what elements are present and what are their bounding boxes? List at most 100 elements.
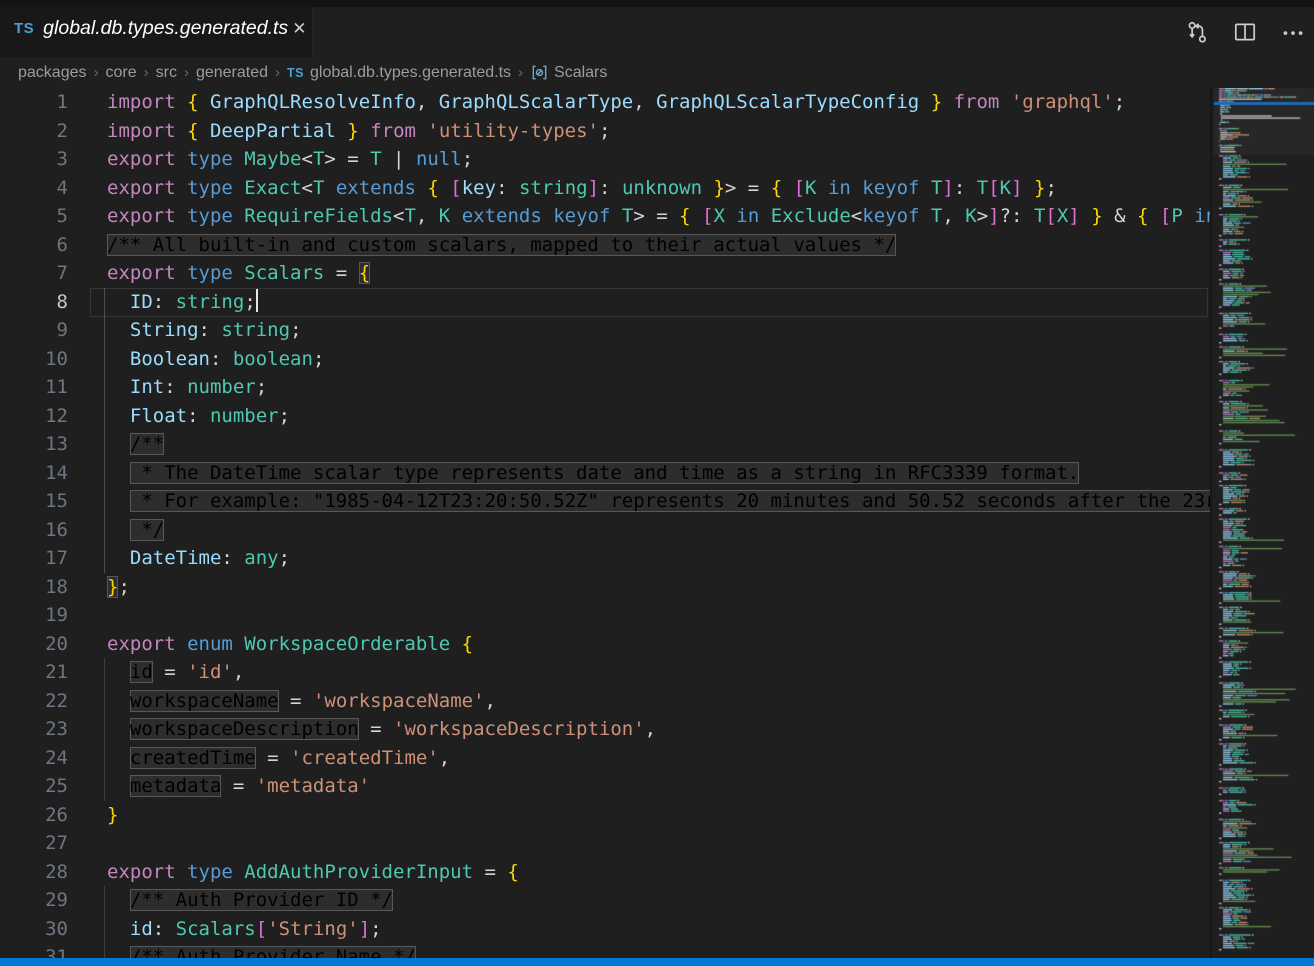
line-number: 31 — [0, 943, 68, 958]
breadcrumb-item-core[interactable]: core — [106, 64, 137, 82]
code-line[interactable]: 2 import { DeepPartial } from 'utility-ty… — [0, 117, 1210, 146]
code-text: /** Auth Provider Name */ — [107, 943, 416, 958]
line-number: 27 — [0, 829, 68, 858]
breadcrumb-item-packages[interactable]: packages — [18, 64, 87, 82]
code-line[interactable]: 12 Float: number; — [0, 402, 1210, 431]
minimap-canvas[interactable] — [1214, 88, 1314, 958]
breadcrumb-item-generated[interactable]: generated — [196, 64, 268, 82]
code-line[interactable]: 20 export enum WorkspaceOrderable { — [0, 630, 1210, 659]
code-text: DateTime: any; — [107, 544, 290, 573]
code-line[interactable]: 8 ID: string; — [0, 288, 1210, 317]
line-number: 18 — [0, 573, 68, 602]
code-text: export type Exact<T extends { [key: stri… — [107, 174, 1057, 203]
text-cursor — [256, 289, 258, 312]
breadcrumb-file-label: global.db.types.generated.ts — [310, 64, 511, 82]
line-number: 30 — [0, 915, 68, 944]
code-line[interactable]: 15 * For example: "1985-04-12T23:20:50.5… — [0, 487, 1210, 516]
breadcrumb: packages › core › src › generated › TS g… — [0, 57, 1314, 88]
code-line[interactable]: 3export type Maybe<T> = T | null; — [0, 145, 1210, 174]
code-line[interactable]: 31 /** Auth Provider Name */ — [0, 943, 1210, 958]
line-number: 5 — [0, 202, 68, 231]
code-text: Int: number; — [107, 373, 267, 402]
code-line[interactable]: 1import { GraphQLResolveInfo, GraphQLSca… — [0, 88, 1210, 117]
code-text: id = 'id', — [107, 658, 244, 687]
line-number: 25 — [0, 772, 68, 801]
code-text: import { DeepPartial } from 'utility-typ… — [107, 117, 610, 146]
code-line[interactable]: 16 */ — [0, 516, 1210, 545]
code-text: export type AddAuthProviderInput = { — [107, 858, 519, 887]
breadcrumb-symbol-label: Scalars — [554, 64, 607, 82]
split-editor-icon[interactable] — [1232, 19, 1258, 45]
code-line[interactable]: 28 export type AddAuthProviderInput = { — [0, 858, 1210, 887]
code-text: String: string; — [107, 316, 302, 345]
close-icon[interactable]: ✕ — [288, 17, 310, 41]
editor[interactable]: 1import { GraphQLResolveInfo, GraphQLSca… — [0, 88, 1314, 958]
line-number: 12 — [0, 402, 68, 431]
code-line[interactable]: 30 id: Scalars['String']; — [0, 915, 1210, 944]
code-text: * The DateTime scalar type represents da… — [107, 459, 1079, 488]
code-line[interactable]: 27 — [0, 829, 1210, 858]
code-line[interactable]: 5 export type RequireFields<T, K extends … — [0, 202, 1210, 231]
breadcrumb-separator: › — [275, 64, 280, 81]
line-number: 2 — [0, 117, 68, 146]
line-number: 24 — [0, 744, 68, 773]
code-area[interactable]: 1import { GraphQLResolveInfo, GraphQLSca… — [0, 88, 1210, 958]
code-text: }; — [107, 573, 130, 602]
line-number: 10 — [0, 345, 68, 374]
code-line[interactable]: 14 * The DateTime scalar type represents… — [0, 459, 1210, 488]
line-number: 23 — [0, 715, 68, 744]
code-text: export type Maybe<T> = T | null; — [107, 145, 473, 174]
line-number: 17 — [0, 544, 68, 573]
code-line[interactable]: 4export type Exact<T extends { [key: str… — [0, 174, 1210, 203]
line-number: 7 — [0, 259, 68, 288]
tab-bar: TS global.db.types.generated.ts ✕ — [0, 0, 1314, 57]
line-number: 21 — [0, 658, 68, 687]
code-text: createdTime = 'createdTime', — [107, 744, 450, 773]
code-text: /** Auth Provider ID */ — [107, 886, 393, 915]
code-line[interactable]: 6/** All built-in and custom scalars, ma… — [0, 231, 1210, 260]
code-text: * For example: "1985-04-12T23:20:50.52Z"… — [107, 487, 1210, 516]
code-line[interactable]: 24 createdTime = 'createdTime', — [0, 744, 1210, 773]
code-text: /** — [107, 430, 164, 459]
code-line[interactable]: 18}; — [0, 573, 1210, 602]
breadcrumb-separator: › — [184, 64, 189, 81]
breadcrumb-item-symbol-scalars[interactable]: Scalars — [530, 63, 607, 82]
breadcrumb-item-src[interactable]: src — [156, 64, 177, 82]
line-number: 28 — [0, 858, 68, 887]
open-changes-icon[interactable] — [1184, 19, 1210, 45]
line-number: 13 — [0, 430, 68, 459]
code-line[interactable]: 29 /** Auth Provider ID */ — [0, 886, 1210, 915]
line-number: 20 — [0, 630, 68, 659]
breadcrumb-item-file[interactable]: TS global.db.types.generated.ts — [287, 64, 511, 82]
code-text: export enum WorkspaceOrderable { — [107, 630, 473, 659]
code-text: id: Scalars['String']; — [107, 915, 382, 944]
code-text: /** All built-in and custom scalars, map… — [107, 231, 896, 260]
code-line[interactable]: 23 workspaceDescription = 'workspaceDesc… — [0, 715, 1210, 744]
code-line[interactable]: 13 /** — [0, 430, 1210, 459]
vscode-window: TS global.db.types.generated.ts ✕ — [0, 0, 1314, 966]
line-number: 8 — [0, 288, 68, 317]
code-line[interactable]: 25 metadata = 'metadata' — [0, 772, 1210, 801]
code-line[interactable]: 7export type Scalars = { — [0, 259, 1210, 288]
tab-global-db-types-generated[interactable]: TS global.db.types.generated.ts ✕ — [0, 0, 313, 57]
code-line[interactable]: 17 DateTime: any; — [0, 544, 1210, 573]
symbol-type-icon — [530, 63, 549, 82]
typescript-file-icon: TS — [14, 20, 34, 37]
code-line[interactable]: 21 id = 'id', — [0, 658, 1210, 687]
code-line[interactable]: 10 Boolean: boolean; — [0, 345, 1210, 374]
minimap[interactable] — [1210, 88, 1314, 958]
code-line[interactable]: 22 workspaceName = 'workspaceName', — [0, 687, 1210, 716]
typescript-file-icon: TS — [287, 66, 304, 80]
code-line[interactable]: 9 String: string; — [0, 316, 1210, 345]
code-text: export type RequireFields<T, K extends k… — [107, 202, 1210, 231]
code-line[interactable]: 26} — [0, 801, 1210, 830]
code-text: ID: string; — [107, 288, 258, 317]
code-text: workspaceDescription = 'workspaceDescrip… — [107, 715, 656, 744]
code-line[interactable]: 11 Int: number; — [0, 373, 1210, 402]
line-number: 14 — [0, 459, 68, 488]
code-line[interactable]: 19 — [0, 601, 1210, 630]
code-text: workspaceName = 'workspaceName', — [107, 687, 496, 716]
more-actions-icon[interactable] — [1280, 19, 1306, 45]
line-number: 29 — [0, 886, 68, 915]
line-number: 1 — [0, 88, 68, 117]
